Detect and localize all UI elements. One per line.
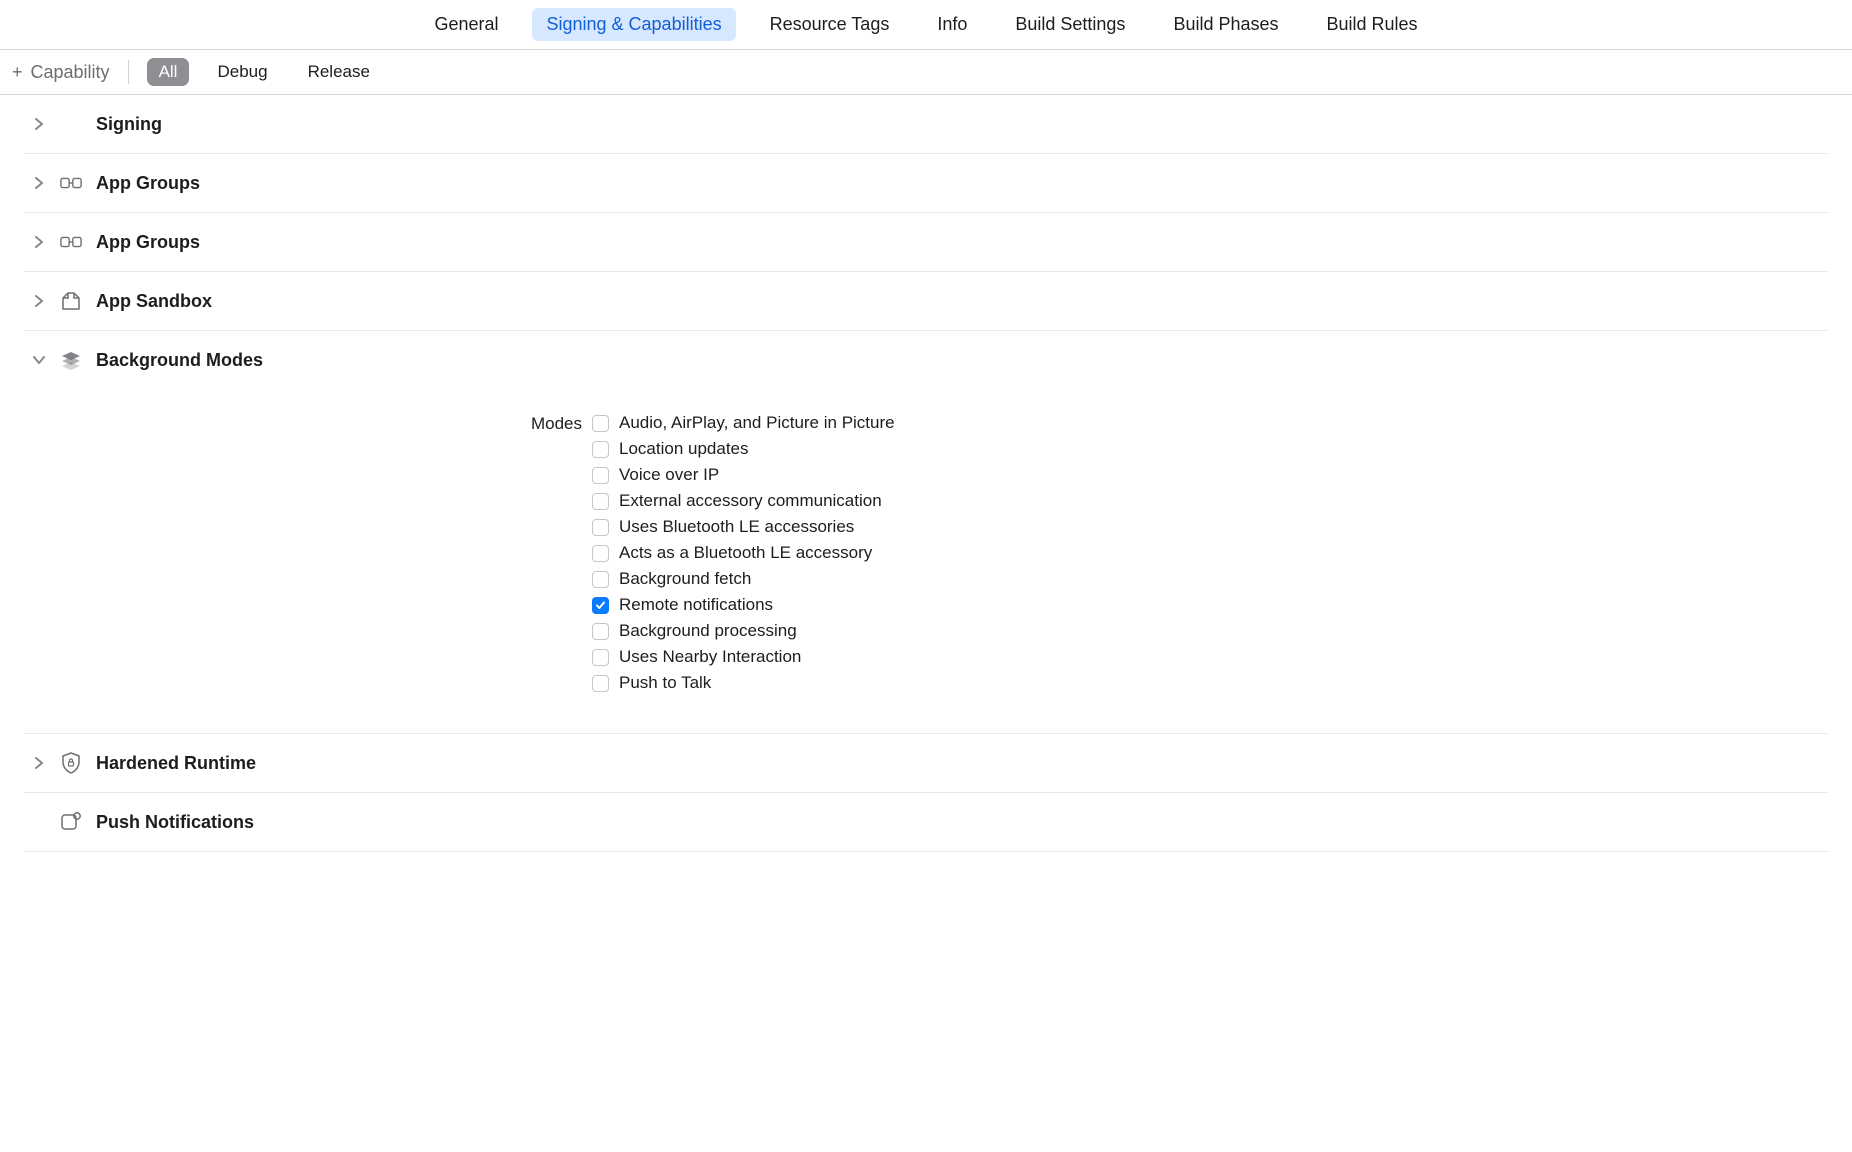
mode-row: Uses Bluetooth LE accessories [592, 517, 895, 537]
mode-label: Background processing [619, 621, 797, 641]
plus-icon: + [12, 63, 23, 81]
add-capability-button[interactable]: + Capability [12, 62, 110, 83]
section-title: Push Notifications [96, 812, 254, 833]
modes-label: Modes [24, 413, 592, 434]
section-header-app-groups[interactable]: App Groups [24, 213, 1828, 271]
config-filter-debug[interactable]: Debug [205, 58, 279, 86]
section-push-notifications: Push Notifications [24, 793, 1828, 852]
section-title: Background Modes [96, 350, 263, 371]
config-filter-release[interactable]: Release [296, 58, 382, 86]
section-title: Signing [96, 114, 162, 135]
mode-row: Voice over IP [592, 465, 895, 485]
section-app-groups: App Groups [24, 154, 1828, 213]
mode-label: Acts as a Bluetooth LE accessory [619, 543, 872, 563]
mode-row: Uses Nearby Interaction [592, 647, 895, 667]
mode-label: External accessory communication [619, 491, 882, 511]
tab-build-rules[interactable]: Build Rules [1313, 8, 1432, 41]
push-notifications-icon [60, 811, 82, 833]
mode-checkbox[interactable] [592, 571, 609, 588]
tab-resource-tags[interactable]: Resource Tags [756, 8, 904, 41]
app-groups-icon [60, 172, 82, 194]
mode-checkbox[interactable] [592, 623, 609, 640]
section-header-app-groups[interactable]: App Groups [24, 154, 1828, 212]
mode-checkbox[interactable] [592, 545, 609, 562]
mode-row: Remote notifications [592, 595, 895, 615]
section-title: App Groups [96, 232, 200, 253]
mode-checkbox[interactable] [592, 441, 609, 458]
chevron-right-icon [32, 294, 46, 308]
section-header-hardened-runtime[interactable]: Hardened Runtime [24, 734, 1828, 792]
tab-build-settings[interactable]: Build Settings [1001, 8, 1139, 41]
mode-checkbox[interactable] [592, 597, 609, 614]
modes-list: Audio, AirPlay, and Picture in Picture Lo… [592, 413, 895, 693]
editor-top-tabs: General Signing & Capabilities Resource … [0, 0, 1852, 50]
toolbar-separator [128, 60, 129, 84]
mode-row: Background processing [592, 621, 895, 641]
section-app-groups: App Groups [24, 213, 1828, 272]
mode-label: Remote notifications [619, 595, 773, 615]
section-signing: Signing [24, 95, 1828, 154]
background-modes-icon [60, 349, 82, 371]
mode-label: Audio, AirPlay, and Picture in Picture [619, 413, 895, 433]
section-title: App Sandbox [96, 291, 212, 312]
shield-lock-icon [60, 752, 82, 774]
mode-row: Push to Talk [592, 673, 895, 693]
section-header-push-notifications[interactable]: Push Notifications [24, 793, 1828, 851]
sandbox-icon [60, 290, 82, 312]
section-title: Hardened Runtime [96, 753, 256, 774]
mode-label: Uses Nearby Interaction [619, 647, 801, 667]
section-header-background-modes[interactable]: Background Modes [24, 331, 1828, 389]
mode-row: Location updates [592, 439, 895, 459]
chevron-right-icon [32, 756, 46, 770]
config-filter-all[interactable]: All [147, 58, 190, 86]
tab-general[interactable]: General [420, 8, 512, 41]
capability-sections: Signing App Groups App Groups [0, 95, 1852, 852]
mode-label: Push to Talk [619, 673, 711, 693]
chevron-right-icon [32, 176, 46, 190]
chevron-down-icon [32, 353, 46, 367]
mode-row: Acts as a Bluetooth LE accessory [592, 543, 895, 563]
capability-toolbar: + Capability All Debug Release [0, 50, 1852, 95]
background-modes-body: Modes Audio, AirPlay, and Picture in Pic… [24, 389, 1828, 733]
mode-row: Audio, AirPlay, and Picture in Picture [592, 413, 895, 433]
chevron-right-icon [32, 235, 46, 249]
mode-checkbox[interactable] [592, 675, 609, 692]
section-header-signing[interactable]: Signing [24, 95, 1828, 153]
chevron-right-icon [32, 117, 46, 131]
mode-label: Voice over IP [619, 465, 719, 485]
mode-checkbox[interactable] [592, 467, 609, 484]
mode-label: Uses Bluetooth LE accessories [619, 517, 854, 537]
section-background-modes: Background Modes Modes Audio, AirPlay, a… [24, 331, 1828, 734]
section-header-app-sandbox[interactable]: App Sandbox [24, 272, 1828, 330]
section-hardened-runtime: Hardened Runtime [24, 734, 1828, 793]
section-title: App Groups [96, 173, 200, 194]
tab-signing-capabilities[interactable]: Signing & Capabilities [532, 8, 735, 41]
mode-checkbox[interactable] [592, 649, 609, 666]
mode-checkbox[interactable] [592, 519, 609, 536]
mode-label: Location updates [619, 439, 749, 459]
tab-info[interactable]: Info [923, 8, 981, 41]
section-app-sandbox: App Sandbox [24, 272, 1828, 331]
add-capability-label: Capability [31, 62, 110, 83]
mode-label: Background fetch [619, 569, 751, 589]
tab-build-phases[interactable]: Build Phases [1159, 8, 1292, 41]
mode-checkbox[interactable] [592, 493, 609, 510]
mode-row: Background fetch [592, 569, 895, 589]
mode-row: External accessory communication [592, 491, 895, 511]
app-groups-icon [60, 231, 82, 253]
mode-checkbox[interactable] [592, 415, 609, 432]
